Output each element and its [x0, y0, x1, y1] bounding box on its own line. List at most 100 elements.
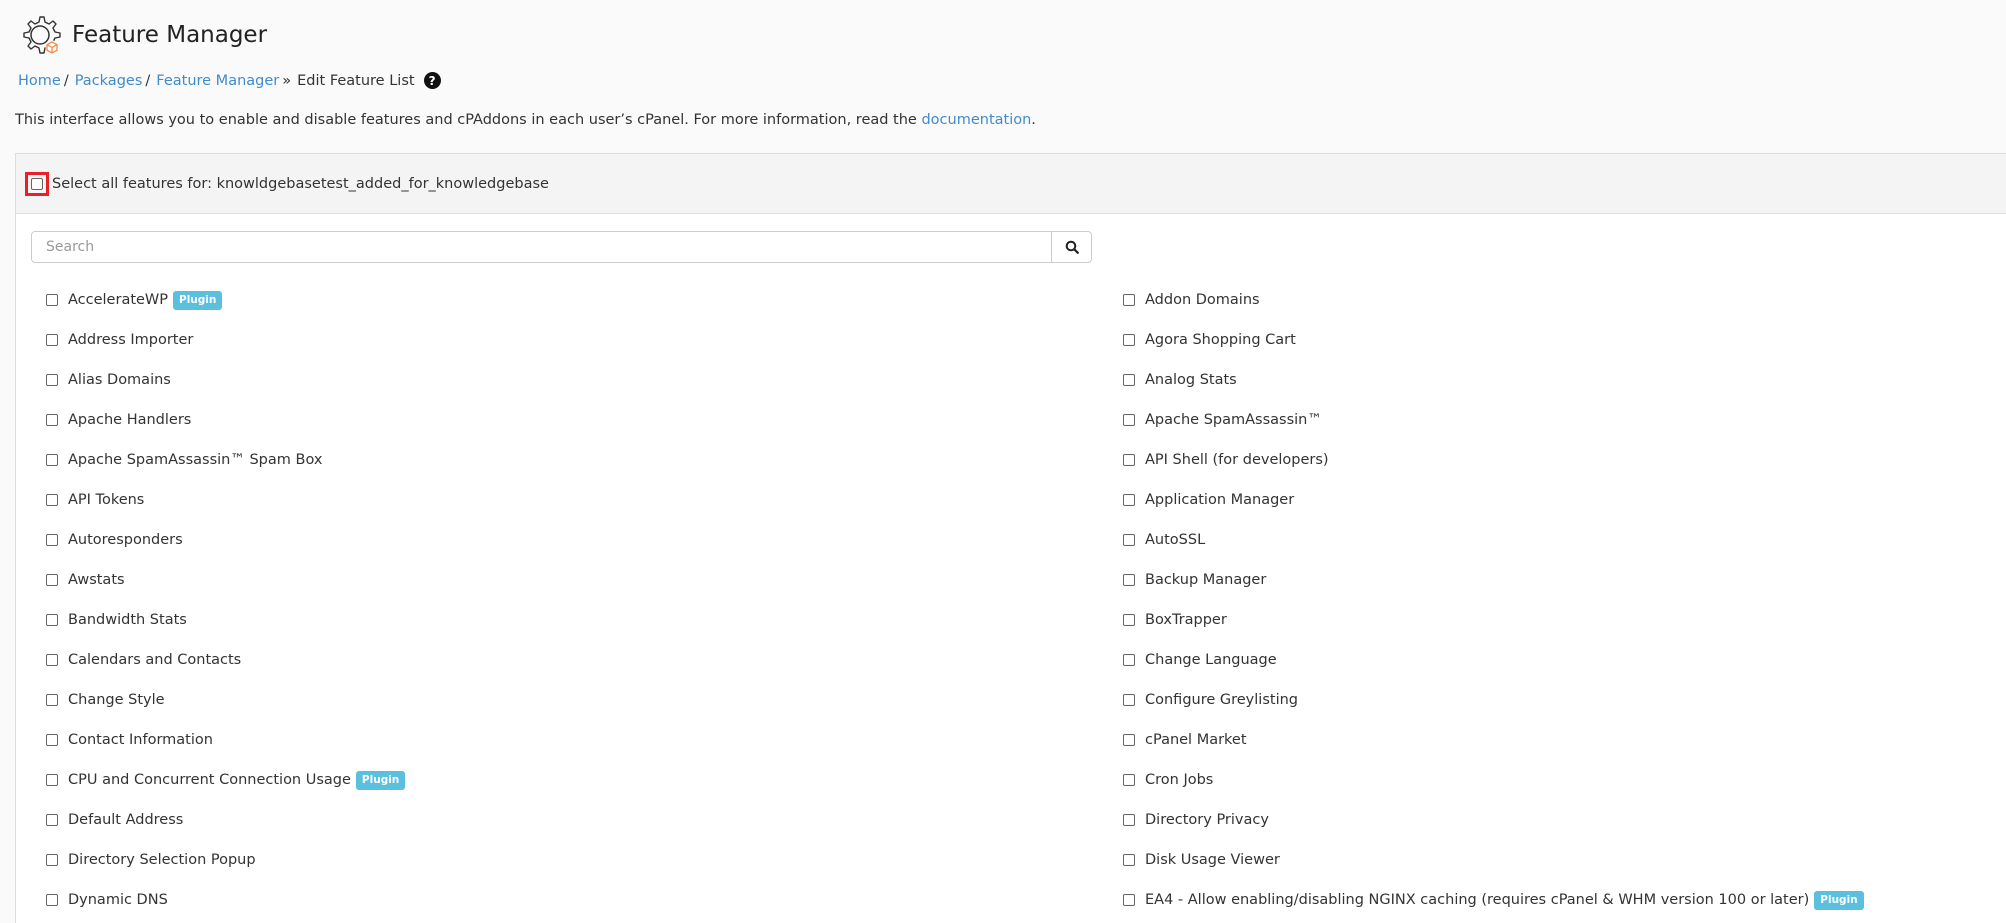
feature-item[interactable]: Default Address [46, 809, 183, 831]
breadcrumb-feature-manager[interactable]: Feature Manager [156, 73, 279, 89]
feature-checkbox[interactable] [46, 774, 58, 786]
feature-checkbox[interactable] [1123, 854, 1135, 866]
feature-item[interactable]: Calendars and Contacts [46, 649, 241, 671]
feature-label[interactable]: Change Language [1145, 652, 1277, 668]
feature-item[interactable]: Address Importer [46, 329, 193, 351]
feature-checkbox[interactable] [1123, 534, 1135, 546]
feature-item[interactable]: Apache Handlers [46, 409, 191, 431]
feature-item[interactable]: Disk Usage Viewer [1123, 849, 1280, 871]
feature-label[interactable]: Bandwidth Stats [68, 612, 187, 628]
feature-item[interactable]: Backup Manager [1123, 569, 1266, 591]
feature-label[interactable]: EA4 - Allow enabling/disabling NGINX cac… [1145, 892, 1809, 908]
feature-label[interactable]: Default Address [68, 812, 183, 828]
feature-label[interactable]: API Shell (for developers) [1145, 452, 1329, 468]
feature-checkbox[interactable] [46, 734, 58, 746]
feature-item[interactable]: API Shell (for developers) [1123, 449, 1329, 471]
feature-label[interactable]: AccelerateWP [68, 292, 168, 308]
feature-item[interactable]: Configure Greylisting [1123, 689, 1298, 711]
feature-checkbox[interactable] [1123, 494, 1135, 506]
search-input[interactable] [32, 232, 1051, 262]
feature-item[interactable]: Dynamic DNS [46, 889, 168, 911]
feature-checkbox[interactable] [46, 454, 58, 466]
feature-checkbox[interactable] [46, 574, 58, 586]
feature-checkbox[interactable] [1123, 294, 1135, 306]
feature-checkbox[interactable] [46, 334, 58, 346]
feature-checkbox[interactable] [46, 294, 58, 306]
feature-checkbox[interactable] [46, 534, 58, 546]
breadcrumb-home[interactable]: Home [18, 73, 61, 89]
documentation-link[interactable]: documentation [921, 112, 1031, 128]
feature-item[interactable]: Alias Domains [46, 369, 171, 391]
feature-item[interactable]: Apache SpamAssassin™ Spam Box [46, 449, 322, 471]
feature-checkbox[interactable] [1123, 374, 1135, 386]
feature-item[interactable]: EA4 - Allow enabling/disabling NGINX cac… [1123, 889, 1864, 911]
feature-label[interactable]: Apache SpamAssassin™ Spam Box [68, 452, 322, 468]
feature-label[interactable]: Analog Stats [1145, 372, 1237, 388]
feature-label[interactable]: Addon Domains [1145, 292, 1260, 308]
feature-label[interactable]: Awstats [68, 572, 125, 588]
feature-checkbox[interactable] [46, 894, 58, 906]
feature-checkbox[interactable] [46, 654, 58, 666]
feature-item[interactable]: Apache SpamAssassin™ [1123, 409, 1322, 431]
feature-label[interactable]: Agora Shopping Cart [1145, 332, 1296, 348]
feature-checkbox[interactable] [46, 374, 58, 386]
feature-item[interactable]: Change Language [1123, 649, 1277, 671]
feature-checkbox[interactable] [1123, 614, 1135, 626]
feature-item[interactable]: cPanel Market [1123, 729, 1247, 751]
feature-checkbox[interactable] [46, 414, 58, 426]
feature-item[interactable]: CPU and Concurrent Connection Usage Plugi… [46, 769, 406, 791]
feature-checkbox[interactable] [1123, 654, 1135, 666]
select-all-label[interactable]: Select all features for: knowldgebasetes… [52, 176, 549, 192]
feature-item[interactable]: Application Manager [1123, 489, 1294, 511]
feature-checkbox[interactable] [1123, 894, 1135, 906]
feature-item[interactable]: Change Style [46, 689, 165, 711]
feature-checkbox[interactable] [1123, 334, 1135, 346]
feature-item[interactable]: Cron Jobs [1123, 769, 1213, 791]
feature-label[interactable]: Configure Greylisting [1145, 692, 1298, 708]
feature-label[interactable]: BoxTrapper [1145, 612, 1227, 628]
feature-item[interactable]: Directory Privacy [1123, 809, 1269, 831]
feature-item[interactable]: BoxTrapper [1123, 609, 1227, 631]
feature-checkbox[interactable] [46, 854, 58, 866]
feature-label[interactable]: Contact Information [68, 732, 213, 748]
feature-label[interactable]: Address Importer [68, 332, 193, 348]
select-all-checkbox[interactable] [31, 177, 43, 190]
feature-label[interactable]: CPU and Concurrent Connection Usage [68, 772, 351, 788]
feature-label[interactable]: Directory Privacy [1145, 812, 1269, 828]
feature-label[interactable]: Alias Domains [68, 372, 171, 388]
feature-checkbox[interactable] [46, 694, 58, 706]
feature-item[interactable]: Addon Domains [1123, 289, 1260, 311]
feature-checkbox[interactable] [1123, 734, 1135, 746]
feature-checkbox[interactable] [1123, 694, 1135, 706]
feature-item[interactable]: Contact Information [46, 729, 213, 751]
feature-checkbox[interactable] [46, 494, 58, 506]
feature-checkbox[interactable] [46, 614, 58, 626]
feature-label[interactable]: Dynamic DNS [68, 892, 168, 908]
feature-label[interactable]: Autoresponders [68, 532, 183, 548]
feature-label[interactable]: Directory Selection Popup [68, 852, 256, 868]
feature-item[interactable]: AutoSSL [1123, 529, 1205, 551]
feature-item[interactable]: Agora Shopping Cart [1123, 329, 1296, 351]
feature-item[interactable]: Analog Stats [1123, 369, 1237, 391]
feature-item[interactable]: Awstats [46, 569, 125, 591]
search-button[interactable] [1051, 232, 1091, 262]
feature-checkbox[interactable] [1123, 574, 1135, 586]
feature-label[interactable]: Disk Usage Viewer [1145, 852, 1280, 868]
feature-item[interactable]: Autoresponders [46, 529, 183, 551]
feature-label[interactable]: API Tokens [68, 492, 144, 508]
feature-checkbox[interactable] [1123, 774, 1135, 786]
feature-item[interactable]: Directory Selection Popup [46, 849, 256, 871]
select-all-highlight[interactable] [25, 171, 49, 196]
feature-item[interactable]: Bandwidth Stats [46, 609, 187, 631]
feature-item[interactable]: AccelerateWP Plugin [46, 289, 223, 311]
feature-label[interactable]: Backup Manager [1145, 572, 1266, 588]
feature-label[interactable]: Application Manager [1145, 492, 1294, 508]
feature-checkbox[interactable] [46, 814, 58, 826]
feature-label[interactable]: Cron Jobs [1145, 772, 1213, 788]
feature-checkbox[interactable] [1123, 454, 1135, 466]
feature-label[interactable]: Change Style [68, 692, 165, 708]
breadcrumb-packages[interactable]: Packages [75, 73, 143, 89]
feature-item[interactable]: API Tokens [46, 489, 144, 511]
feature-label[interactable]: Apache SpamAssassin™ [1145, 412, 1322, 428]
help-icon[interactable]: ? [423, 72, 441, 89]
